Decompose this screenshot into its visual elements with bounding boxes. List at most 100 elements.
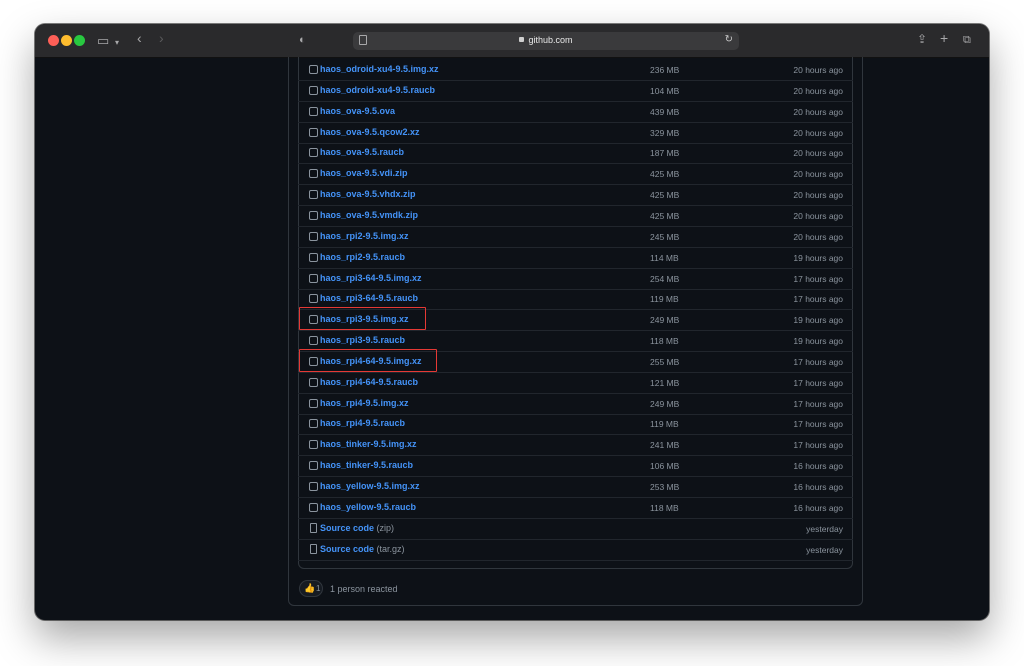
asset-size: 187 MB xyxy=(650,148,680,159)
asset-row: haos_rpi2-9.5.raucb 114 MB 19 hours ago xyxy=(298,248,853,269)
asset-size: 119 MB xyxy=(650,294,679,305)
asset-row: haos_rpi4-64-9.5.raucb 121 MB 17 hours ago xyxy=(298,373,853,394)
reaction-summary: 1 person reacted xyxy=(330,584,398,594)
share-icon[interactable]: ⇪ xyxy=(917,33,927,46)
package-icon xyxy=(309,252,318,262)
package-icon xyxy=(309,502,318,512)
asset-timestamp: 20 hours ago xyxy=(793,231,843,242)
package-icon xyxy=(309,377,318,387)
package-icon xyxy=(309,273,318,283)
asset-row: haos_ova-9.5.ova 439 MB 20 hours ago xyxy=(298,102,853,123)
asset-size: 439 MB xyxy=(650,106,680,117)
privacy-shield-icon[interactable]: ◐ xyxy=(299,34,306,47)
asset-link[interactable]: haos_rpi3-9.5.raucb xyxy=(320,335,405,345)
asset-link[interactable]: haos_tinker-9.5.raucb xyxy=(320,460,413,470)
asset-size: 249 MB xyxy=(650,315,680,326)
asset-row: haos_rpi2-9.5.img.xz 245 MB 20 hours ago xyxy=(298,227,853,248)
asset-link[interactable]: haos_rpi3-64-9.5.raucb xyxy=(320,293,418,303)
package-icon xyxy=(309,231,318,241)
asset-link[interactable]: haos_rpi4-9.5.raucb xyxy=(320,418,405,428)
asset-size: 245 MB xyxy=(650,231,680,242)
asset-link[interactable]: haos_rpi3-9.5.img.xz xyxy=(320,314,409,324)
asset-link[interactable]: haos_ova-9.5.qcow2.xz xyxy=(320,127,420,137)
asset-link[interactable]: haos_ova-9.5.ova xyxy=(320,106,395,116)
asset-timestamp: 16 hours ago xyxy=(793,482,843,492)
asset-size: 121 MB xyxy=(650,377,680,388)
reload-icon[interactable]: ↻ xyxy=(725,34,733,45)
zoom-window-button[interactable] xyxy=(74,35,85,46)
forward-icon[interactable]: › xyxy=(159,31,164,45)
asset-size: 118 MB xyxy=(650,502,679,513)
asset-timestamp: 20 hours ago xyxy=(793,169,843,180)
asset-link[interactable]: haos_ova-9.5.raucb xyxy=(320,147,404,157)
reaction-button[interactable]: 👍 1 xyxy=(299,580,323,597)
package-icon xyxy=(309,336,318,346)
asset-link[interactable]: Source code (tar.gz) xyxy=(320,544,405,554)
back-icon[interactable]: ‹ xyxy=(137,31,142,45)
package-icon xyxy=(309,440,318,450)
asset-row: haos_rpi4-64-9.5.img.xz 255 MB 17 hours ag… xyxy=(298,352,853,373)
package-icon xyxy=(309,294,318,304)
asset-row: haos_rpi4-9.5.img.xz 249 MB 17 hours ago xyxy=(298,394,853,415)
package-icon xyxy=(309,169,318,179)
package-icon xyxy=(309,210,318,220)
package-icon xyxy=(309,461,318,471)
asset-size: 119 MB xyxy=(650,419,679,430)
asset-size: 241 MB xyxy=(650,440,680,451)
address-bar[interactable]: github.com ↻ xyxy=(353,32,739,50)
package-icon xyxy=(309,106,318,116)
asset-link[interactable]: haos_rpi3-64-9.5.img.xz xyxy=(320,273,422,283)
asset-row: haos_ova-9.5.raucb 187 MB 20 hours ago xyxy=(298,143,853,165)
close-window-button[interactable] xyxy=(48,35,59,46)
browser-toolbar: ▭ ▾ ‹ › ◐ github.com ↻ ⇪ + ⧉ xyxy=(35,24,989,58)
asset-size: 425 MB xyxy=(650,190,680,201)
asset-timestamp: 17 hours ago xyxy=(793,398,843,409)
asset-timestamp: 20 hours ago xyxy=(793,85,843,96)
asset-row: haos_yellow-9.5.img.xz 253 MB 16 hours ago xyxy=(298,477,853,498)
asset-timestamp: 19 hours ago xyxy=(793,252,843,263)
asset-timestamp: yesterday xyxy=(806,544,843,555)
package-icon xyxy=(309,127,318,137)
asset-link[interactable]: haos_ova-9.5.vdi.zip xyxy=(320,168,408,178)
asset-link[interactable]: haos_tinker-9.5.img.xz xyxy=(320,439,417,449)
asset-timestamp: 17 hours ago xyxy=(793,440,843,451)
file-zip-icon xyxy=(310,522,317,533)
asset-timestamp: 17 hours ago xyxy=(793,273,843,284)
new-tab-icon[interactable]: + xyxy=(940,31,948,45)
reaction-count: 1 xyxy=(316,584,321,593)
package-icon xyxy=(309,356,318,366)
sidebar-toggle-icon[interactable]: ▭ xyxy=(97,34,109,47)
package-icon xyxy=(309,482,318,491)
package-icon xyxy=(309,315,318,325)
asset-row: Source code (tar.gz) yesterday xyxy=(298,540,853,561)
asset-row: haos_ova-9.5.qcow2.xz 329 MB 20 hours ago xyxy=(298,123,853,144)
asset-timestamp: yesterday xyxy=(806,523,843,534)
asset-link[interactable]: haos_ova-9.5.vmdk.zip xyxy=(320,210,418,220)
asset-timestamp: 19 hours ago xyxy=(793,315,843,326)
asset-row: haos_ova-9.5.vhdx.zip 425 MB 20 hours ago xyxy=(298,185,853,207)
asset-link[interactable]: haos_yellow-9.5.img.xz xyxy=(320,481,420,491)
asset-link[interactable]: haos_odroid-xu4-9.5.raucb xyxy=(320,85,435,95)
asset-timestamp: 17 hours ago xyxy=(793,356,843,367)
asset-link[interactable]: haos_rpi2-9.5.raucb xyxy=(320,252,405,262)
chevron-down-icon[interactable]: ▾ xyxy=(115,36,119,49)
asset-link[interactable]: haos_odroid-xu4-9.5.img.xz xyxy=(320,64,439,74)
asset-timestamp: 16 hours ago xyxy=(793,502,843,513)
asset-timestamp: 17 hours ago xyxy=(793,294,843,305)
browser-window: ▭ ▾ ‹ › ◐ github.com ↻ ⇪ + ⧉ haos_odroid… xyxy=(35,24,989,620)
lock-icon xyxy=(519,37,525,42)
asset-size: 255 MB xyxy=(650,356,680,367)
asset-size: 114 MB xyxy=(650,252,679,263)
asset-size: 329 MB xyxy=(650,127,680,138)
asset-timestamp: 20 hours ago xyxy=(793,190,843,201)
asset-link[interactable]: haos_ova-9.5.vhdx.zip xyxy=(320,189,416,199)
tab-overview-icon[interactable]: ⧉ xyxy=(963,34,971,47)
asset-link[interactable]: haos_rpi4-64-9.5.img.xz xyxy=(320,356,422,366)
minimize-window-button[interactable] xyxy=(61,35,72,46)
asset-link[interactable]: haos_rpi4-64-9.5.raucb xyxy=(320,377,418,387)
asset-link[interactable]: Source code (zip) xyxy=(320,523,394,533)
asset-link[interactable]: haos_rpi4-9.5.img.xz xyxy=(320,398,409,408)
asset-link[interactable]: haos_yellow-9.5.raucb xyxy=(320,502,416,512)
asset-size: 104 MB xyxy=(650,85,680,96)
asset-link[interactable]: haos_rpi2-9.5.img.xz xyxy=(320,231,409,241)
